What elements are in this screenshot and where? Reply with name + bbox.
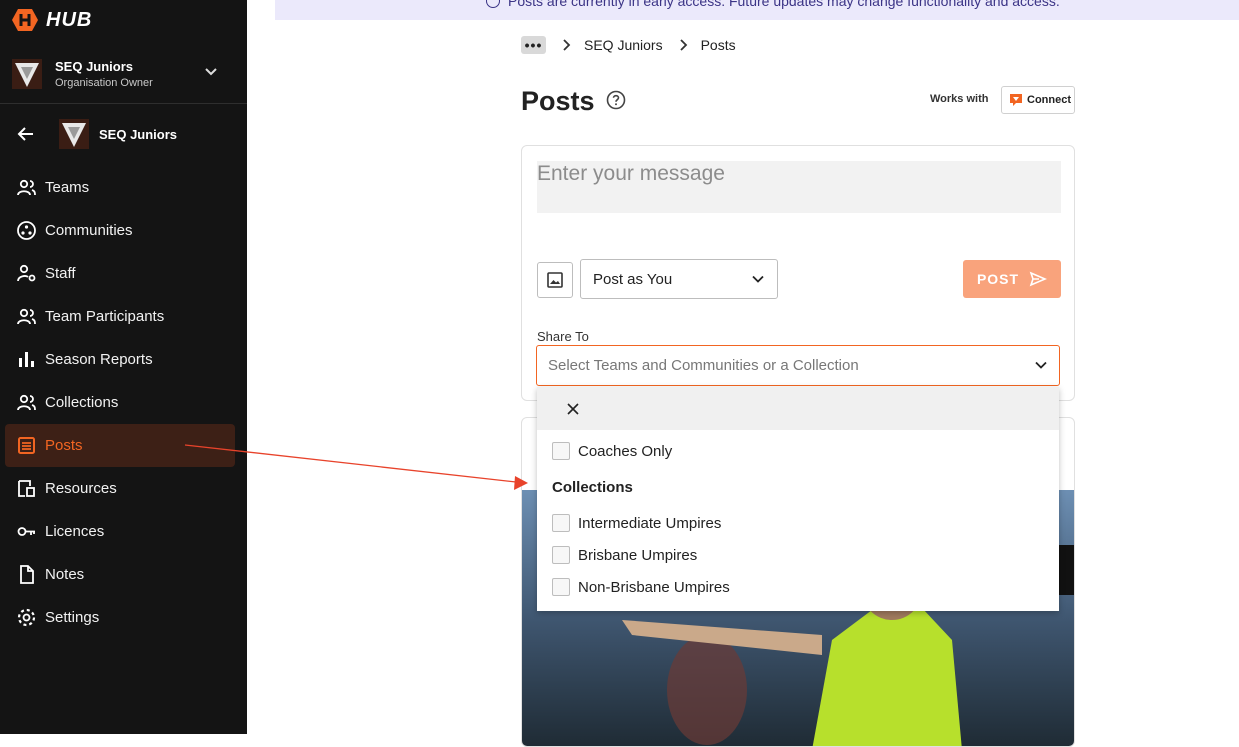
sidebar-item-label: Season Reports [45, 351, 153, 368]
staff-icon [17, 264, 36, 282]
sidebar-item-label: Settings [45, 609, 100, 626]
dropdown-clear-row [537, 387, 1059, 430]
option-collection[interactable]: Brisbane Umpires [537, 539, 1059, 571]
people-icon [17, 394, 36, 411]
org-name: SEQ Juniors [55, 58, 134, 74]
org-avatar [12, 58, 42, 89]
sidebar-item-posts[interactable]: Posts [5, 424, 235, 467]
sidebar-item-label: Collections [45, 394, 119, 411]
document-icon [20, 565, 34, 584]
chevron-down-icon [752, 275, 764, 283]
checkbox[interactable] [552, 578, 570, 596]
back-to-org-row[interactable]: SEQ Juniors [0, 114, 247, 154]
breadcrumb-item-org[interactable]: SEQ Juniors [584, 37, 663, 53]
sidebar-item-label: Team Participants [45, 308, 165, 325]
sidebar-item-teams[interactable]: Teams [0, 166, 247, 209]
sub-org-avatar [59, 119, 89, 149]
sidebar-item-label: Staff [45, 265, 76, 282]
sidebar-item-communities[interactable]: Communities [0, 209, 247, 252]
connect-button[interactable]: Connect [1001, 86, 1075, 114]
people-icon [17, 308, 36, 325]
bar-chart-icon [19, 352, 34, 367]
sidebar-item-collections[interactable]: Collections [0, 381, 247, 424]
sidebar-item-settings[interactable]: Settings [0, 596, 247, 639]
breadcrumb-more-button[interactable]: ••• [521, 36, 546, 54]
post-as-select[interactable]: Post as You [580, 259, 778, 299]
posts-icon [18, 437, 35, 454]
option-label: Non-Brisbane Umpires [578, 578, 730, 596]
communities-icon [17, 221, 36, 240]
checkbox[interactable] [552, 546, 570, 564]
info-icon [486, 0, 500, 8]
image-icon [547, 272, 563, 288]
checkbox[interactable] [552, 514, 570, 532]
option-collection[interactable]: Intermediate Umpires [537, 507, 1059, 539]
org-switcher[interactable]: SEQ Juniors Organisation Owner [0, 44, 247, 104]
back-arrow-icon[interactable] [16, 124, 36, 144]
share-to-dropdown: Coaches Only Collections Intermediate Um… [537, 387, 1059, 611]
sidebar-item-label: Posts [45, 437, 83, 454]
connect-label: Connect [1027, 94, 1071, 106]
option-collection[interactable]: Non-Brisbane Umpires [537, 571, 1059, 603]
sidebar-item-licences[interactable]: Licences [0, 510, 247, 553]
people-icon [17, 179, 36, 196]
share-to-select[interactable]: Select Teams and Communities or a Collec… [536, 345, 1060, 386]
option-label: Brisbane Umpires [578, 546, 698, 564]
app-logo[interactable]: HUB [12, 8, 92, 32]
option-coaches-only[interactable]: Coaches Only [537, 435, 1059, 467]
collections-group-label: Collections [552, 478, 633, 496]
help-icon[interactable] [606, 90, 626, 110]
page-title: Posts [521, 86, 595, 116]
org-role: Organisation Owner [55, 76, 153, 89]
chevron-down-icon [1035, 361, 1047, 369]
hub-logo-icon [12, 9, 38, 31]
sidebar-nav: Teams Communities Staff Team Participant… [0, 166, 247, 639]
sidebar-item-label: Communities [45, 222, 133, 239]
sidebar-item-team-participants[interactable]: Team Participants [0, 295, 247, 338]
send-icon [1029, 271, 1048, 287]
breadcrumb: ••• SEQ Juniors Posts [521, 36, 736, 54]
logo-text: HUB [46, 8, 93, 31]
post-button[interactable]: POST [963, 260, 1061, 298]
sidebar-item-label: Licences [45, 523, 105, 540]
sidebar-item-label: Resources [45, 480, 117, 497]
sidebar-item-notes[interactable]: Notes [0, 553, 247, 596]
option-label: Coaches Only [578, 442, 673, 460]
checkbox[interactable] [552, 442, 570, 460]
sidebar-item-label: Teams [45, 179, 90, 196]
share-to-label: Share To [537, 329, 589, 344]
sidebar-item-resources[interactable]: Resources [0, 467, 247, 510]
sidebar-item-season-reports[interactable]: Season Reports [0, 338, 247, 381]
sub-org-name: SEQ Juniors [99, 126, 178, 142]
sidebar-item-label: Notes [45, 566, 85, 583]
post-as-value: Post as You [593, 270, 673, 288]
connect-logo-icon [1010, 94, 1022, 106]
breadcrumb-item-posts: Posts [700, 37, 736, 53]
works-with-label: Works with [930, 93, 989, 105]
early-access-banner: Posts are currently in early access. Fut… [275, 0, 1239, 20]
key-icon [17, 527, 35, 536]
message-placeholder: Enter your message [537, 162, 725, 185]
share-to-placeholder: Select Teams and Communities or a Collec… [548, 357, 859, 374]
sidebar: HUB SEQ Juniors Organisation Owner SEQ J… [0, 0, 247, 734]
post-button-label: POST [976, 271, 1020, 287]
chevron-down-icon[interactable] [201, 62, 221, 82]
chevron-right-icon [679, 39, 687, 51]
banner-text: Posts are currently in early access. Fut… [508, 0, 1060, 9]
resources-icon [18, 480, 35, 497]
close-icon[interactable] [565, 401, 581, 417]
chevron-right-icon [563, 39, 571, 51]
sidebar-item-staff[interactable]: Staff [0, 252, 247, 295]
gear-icon [17, 608, 36, 627]
attach-image-button[interactable] [537, 262, 573, 298]
option-label: Intermediate Umpires [578, 514, 722, 532]
